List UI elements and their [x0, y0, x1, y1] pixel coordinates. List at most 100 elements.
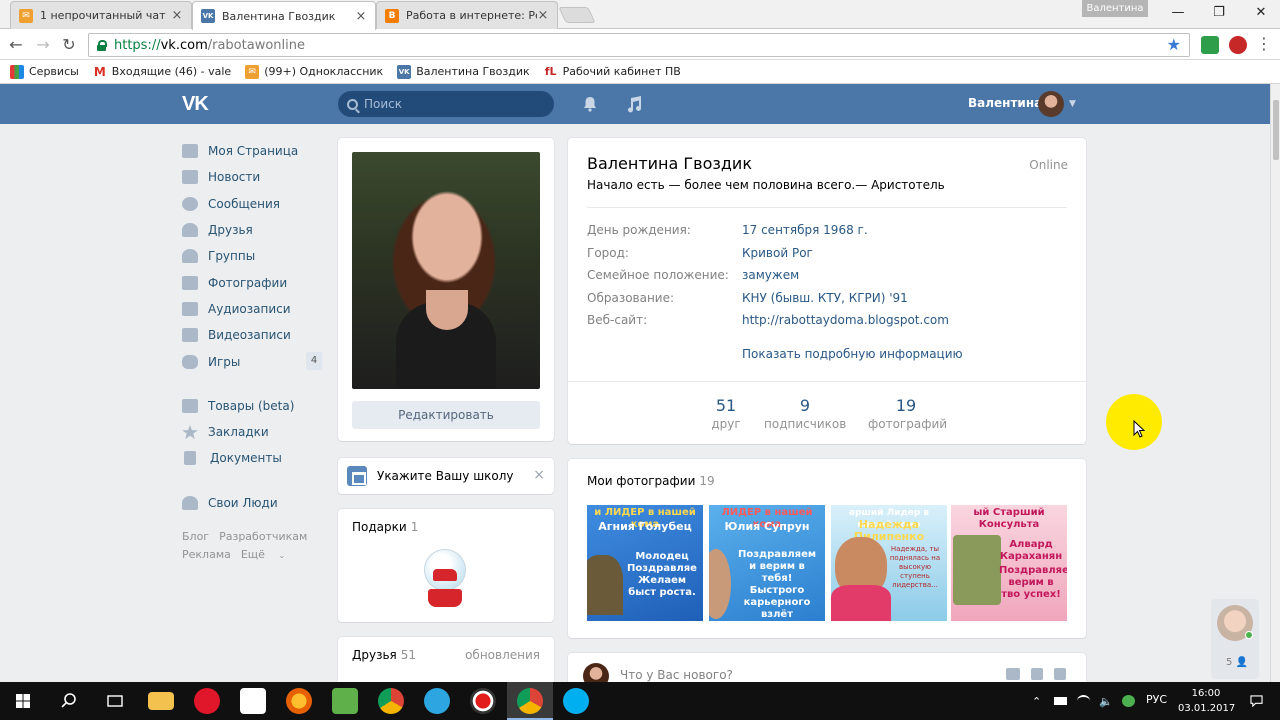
- telegram-icon[interactable]: [424, 688, 450, 714]
- new-tab-button[interactable]: [558, 7, 596, 23]
- firefox-icon[interactable]: [286, 688, 312, 714]
- browser-tab-blog[interactable]: B Работа в интернете: Ре ×: [376, 1, 558, 29]
- search-icon[interactable]: [56, 688, 82, 714]
- close-icon[interactable]: ×: [355, 9, 367, 24]
- menu-item-photos[interactable]: Фотографии: [180, 269, 325, 295]
- bookmark-services[interactable]: Сервисы: [10, 64, 79, 79]
- header-user-name[interactable]: Валентина: [968, 96, 1042, 110]
- network-icon[interactable]: [1122, 695, 1135, 707]
- url-input[interactable]: https:// vk.com /rabotawonline ★: [88, 33, 1190, 57]
- friends-header[interactable]: Друзья 51: [352, 648, 416, 662]
- chevron-down-icon[interactable]: ▼: [1069, 99, 1076, 109]
- gift-snowglobe[interactable]: [422, 549, 468, 609]
- restore-icon[interactable]: ❐: [1204, 3, 1234, 23]
- bookmark-cabinet[interactable]: fL Рабочий кабинет ПВ: [543, 64, 681, 79]
- skype-icon[interactable]: [563, 688, 589, 714]
- reload-icon[interactable]: ↻: [58, 34, 80, 56]
- chrome-icon[interactable]: [517, 688, 543, 714]
- info-value-link[interactable]: Кривой Рог: [742, 246, 813, 260]
- vk-logo[interactable]: VK: [182, 93, 209, 116]
- close-icon[interactable]: ×: [533, 467, 545, 483]
- footer-link-more[interactable]: Ещё ⌄: [241, 548, 295, 561]
- menu-item-video[interactable]: Видеозаписи: [180, 322, 325, 348]
- footer-link-blog[interactable]: Блог: [182, 530, 209, 543]
- friends-updates-link[interactable]: обновления: [465, 648, 540, 662]
- chevron-up-icon[interactable]: ⌃: [1032, 695, 1045, 708]
- menu-item-groups[interactable]: Группы: [180, 243, 325, 269]
- back-icon[interactable]: ←: [5, 34, 27, 56]
- gifts-header[interactable]: Подарки 1: [352, 520, 418, 534]
- show-more-info-link[interactable]: Показать подробную информацию: [742, 347, 963, 361]
- menu-item-audio[interactable]: Аудиозаписи: [180, 296, 325, 322]
- bookmark-vk[interactable]: VK Валентина Гвоздик: [397, 64, 530, 79]
- info-value-link[interactable]: замужем: [742, 268, 799, 282]
- browser-tab-chat[interactable]: ✉ 1 непрочитанный чат ×: [10, 1, 192, 29]
- header-avatar[interactable]: [1038, 91, 1064, 117]
- info-value-link[interactable]: КНУ (бывш. КТУ, КГРИ) '91: [742, 291, 908, 305]
- info-value-link[interactable]: http://rabottaydoma.blogspot.com: [742, 313, 949, 327]
- opera-icon[interactable]: [194, 688, 220, 714]
- close-window-icon[interactable]: ✕: [1246, 3, 1276, 23]
- minimize-icon[interactable]: —: [1163, 3, 1193, 23]
- menu-item-friends[interactable]: Друзья: [180, 217, 325, 243]
- battery-icon[interactable]: [1054, 697, 1067, 705]
- file-explorer-icon[interactable]: [148, 692, 174, 710]
- film-icon[interactable]: [1031, 668, 1043, 680]
- close-icon[interactable]: ×: [171, 8, 183, 23]
- menu-item-documents[interactable]: Документы: [180, 445, 325, 471]
- photo-thumbnail[interactable]: арший Лидер в нашей комо Надежда Пилипен…: [831, 505, 947, 621]
- stat-followers[interactable]: 9 подписчиков: [764, 396, 846, 431]
- record-icon[interactable]: [470, 688, 496, 714]
- menu-item-my-page[interactable]: Моя Страница: [180, 138, 325, 164]
- photo-thumbnail[interactable]: ый Старший Консульта Алвард Караханян По…: [951, 505, 1067, 621]
- floating-chat-widget[interactable]: 5 👤: [1211, 599, 1259, 679]
- close-icon[interactable]: ×: [537, 8, 549, 23]
- bell-icon[interactable]: [582, 96, 598, 112]
- stat-photos[interactable]: 19 фотографий: [868, 396, 947, 431]
- scrollbar-thumb[interactable]: [1273, 100, 1279, 160]
- forward-icon[interactable]: →: [32, 34, 54, 56]
- stat-friends[interactable]: 51 друг: [706, 396, 746, 431]
- wifi-icon[interactable]: [1077, 695, 1090, 707]
- bookmark-star-icon[interactable]: ★: [1167, 35, 1181, 54]
- clock[interactable]: 16:00 03.01.2017: [1178, 686, 1235, 716]
- camera-icon[interactable]: [1006, 668, 1020, 680]
- photos-header[interactable]: Мои фотографии 19: [587, 474, 715, 488]
- profile-photo[interactable]: [352, 152, 540, 389]
- volume-icon[interactable]: 🔈: [1099, 695, 1113, 708]
- photo-thumbnail[interactable]: ЛИДЕР в нашей кома Юлия Супрун Поздравля…: [709, 505, 825, 621]
- music-icon[interactable]: [625, 95, 641, 113]
- adblock-icon[interactable]: [1229, 36, 1247, 54]
- profile-status-text[interactable]: Начало есть — более чем половина всего.—…: [587, 178, 945, 192]
- footer-link-ads[interactable]: Реклама: [182, 548, 231, 561]
- menu-item-market[interactable]: Товары (beta): [180, 393, 325, 419]
- menu-item-games[interactable]: Игры 4: [180, 348, 325, 374]
- chrome-icon[interactable]: [378, 688, 404, 714]
- music-icon[interactable]: [1054, 668, 1066, 680]
- windows-start-icon[interactable]: [10, 688, 36, 714]
- edit-profile-button[interactable]: Редактировать: [352, 401, 540, 429]
- menu-item-messages[interactable]: Сообщения: [180, 191, 325, 217]
- browser-menu-icon[interactable]: ⋮: [1256, 36, 1272, 52]
- search-input[interactable]: Поиск: [338, 91, 554, 117]
- info-value-link[interactable]: 17 сентября 1968 г.: [742, 223, 868, 237]
- new-post-input[interactable]: Что у Вас нового?: [620, 668, 733, 682]
- page-scrollbar[interactable]: [1270, 84, 1280, 682]
- bookmark-gmail[interactable]: M Входящие (46) - vale: [92, 64, 231, 79]
- menu-item-news[interactable]: Новости: [180, 164, 325, 190]
- bookmark-odnoklassniki[interactable]: ✉ (99+) Одноклассник: [245, 64, 383, 79]
- browser-user-chip[interactable]: Валентина: [1082, 0, 1148, 17]
- store-icon[interactable]: [240, 688, 266, 714]
- menu-item-bookmarks[interactable]: Закладки: [180, 419, 325, 445]
- app-icon[interactable]: [332, 688, 358, 714]
- extension-icon[interactable]: [1201, 36, 1219, 54]
- language-indicator[interactable]: РУС: [1146, 693, 1167, 706]
- footer-link-developers[interactable]: Разработчикам: [219, 530, 307, 543]
- notification-icon[interactable]: [1250, 695, 1263, 707]
- task-view-icon[interactable]: [102, 688, 128, 714]
- browser-tab-vk[interactable]: VK Валентина Гвоздик ×: [192, 1, 376, 30]
- info-label: Веб-сайт:: [587, 313, 648, 327]
- menu-item-svoi-lyudi[interactable]: Свои Люди: [180, 490, 325, 516]
- school-prompt-card[interactable]: Укажите Вашу школу ×: [338, 458, 554, 494]
- photo-thumbnail[interactable]: и ЛИДЕР в нашей кома Агния Голубец Молод…: [587, 505, 703, 621]
